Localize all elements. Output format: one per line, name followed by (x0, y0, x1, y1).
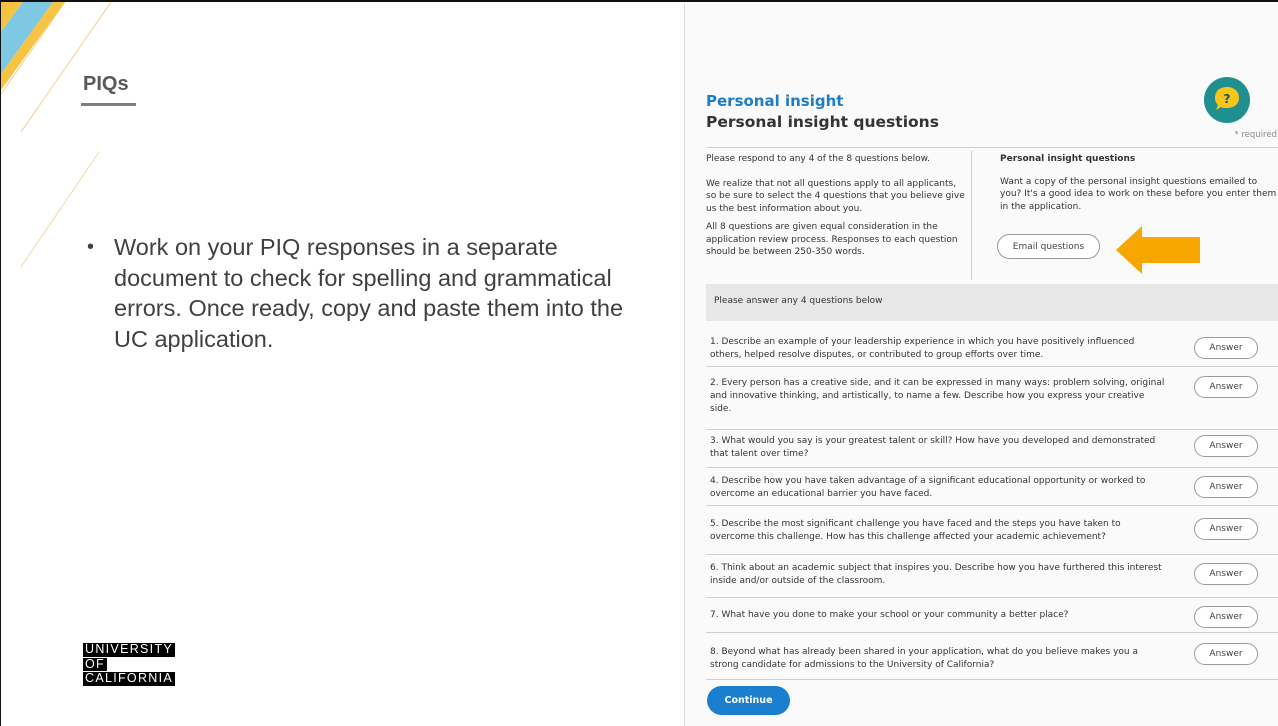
question-text: 1. Describe an example of your leadershi… (710, 337, 1135, 360)
answer-button-7[interactable]: Answer (1194, 606, 1258, 628)
answer-instruction-bar: Please answer any 4 questions below (706, 284, 1278, 321)
email-questions-button[interactable]: Email questions (997, 234, 1100, 259)
logo-line-2: OF (83, 656, 107, 671)
question-row: 1. Describe an example of your leadershi… (706, 329, 1278, 367)
logo-line-3: CALIFORNIA (83, 671, 176, 686)
intro-line-3: All 8 questions are given equal consider… (706, 222, 958, 257)
answer-button-6[interactable]: Answer (1194, 563, 1258, 585)
answer-button-5[interactable]: Answer (1194, 518, 1258, 540)
corner-stripes-decoration (1, 2, 112, 133)
question-row: 8. Beyond what has already been shared i… (706, 633, 1278, 680)
question-row: 6. Think about an academic subject that … (706, 555, 1278, 598)
continue-button[interactable]: Continue (707, 686, 790, 715)
intro-right-text: Personal insight questions Want a copy o… (1000, 153, 1278, 213)
page-title: Personal insight questions (706, 113, 939, 131)
title-underline (81, 103, 136, 106)
uc-logo: UNIVERSITY OF CALIFORNIA (83, 642, 176, 687)
question-row: 4. Describe how you have taken advantage… (706, 468, 1278, 506)
question-row: 5. Describe the most significant challen… (706, 506, 1278, 555)
question-text: 4. Describe how you have taken advantage… (710, 476, 1146, 499)
vertical-divider (971, 151, 972, 280)
question-text: 6. Think about an academic subject that … (710, 563, 1162, 586)
arrow-left-icon (1116, 226, 1200, 274)
question-row: 7. What have you done to make your schoo… (706, 598, 1278, 633)
question-text: 2. Every person has a creative side, and… (710, 378, 1165, 414)
question-bubble-icon: ? (1204, 77, 1250, 123)
intro-line-2: We realize that not all questions apply … (706, 178, 965, 214)
bullet-dot-icon: • (87, 236, 95, 258)
question-text: 5. Describe the most significant challen… (710, 519, 1121, 542)
question-row: 3. What would you say is your greatest t… (706, 430, 1278, 468)
question-text: 8. Beyond what has already been shared i… (710, 647, 1139, 670)
divider (706, 147, 1278, 148)
bullet-item: • Work on your PIQ responses in a separa… (87, 232, 667, 354)
answer-button-1[interactable]: Answer (1194, 337, 1258, 359)
slide: PIQs • Work on your PIQ responses in a s… (0, 0, 1278, 726)
intro-line-1: Please respond to any 4 of the 8 questio… (706, 154, 931, 164)
question-text: 7. What have you done to make your schoo… (710, 610, 1069, 620)
answer-button-3[interactable]: Answer (1194, 435, 1258, 457)
section-heading: Personal insight (706, 92, 844, 110)
intro-left-text: Please respond to any 4 of the 8 questio… (706, 153, 966, 259)
intro-right-title: Personal insight questions (1000, 154, 1136, 164)
intro-right-body: Want a copy of the personal insight ques… (1000, 176, 1277, 212)
answer-button-2[interactable]: Answer (1194, 376, 1258, 398)
application-screenshot-panel: Personal insight Personal insight questi… (684, 4, 1278, 726)
required-note: * required (1234, 130, 1277, 140)
question-text: 3. What would you say is your greatest t… (710, 436, 1156, 459)
bullet-text: Work on your PIQ responses in a separate… (114, 234, 624, 352)
logo-line-1: UNIVERSITY (83, 642, 176, 657)
answer-button-8[interactable]: Answer (1194, 643, 1258, 665)
answer-button-4[interactable]: Answer (1194, 476, 1258, 498)
slide-title: PIQs (83, 73, 129, 95)
question-row: 2. Every person has a creative side, and… (706, 367, 1278, 430)
svg-text:?: ? (1224, 92, 1231, 106)
